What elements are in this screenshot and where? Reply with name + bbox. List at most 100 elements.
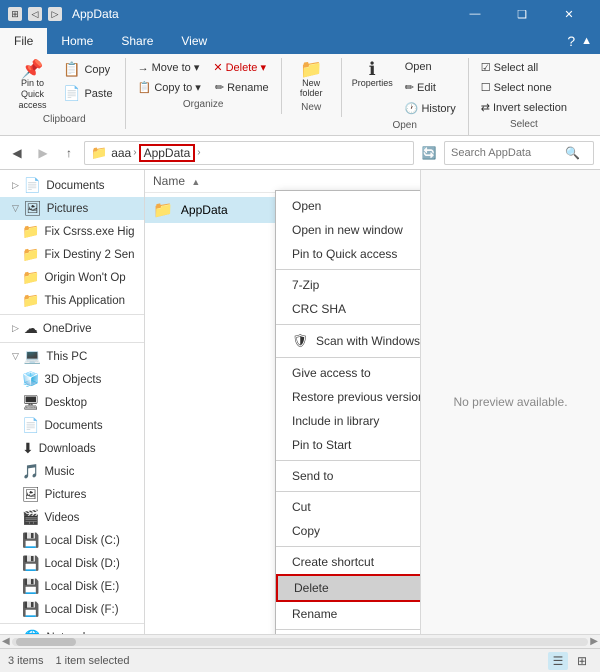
sidebar-item-local-c[interactable]: 💾 Local Disk (C:) xyxy=(0,529,144,552)
sidebar-item-fix-csrss[interactable]: 📁 Fix Csrss.exe Hig xyxy=(0,220,144,243)
ctx-pin-quick[interactable]: Pin to Quick access xyxy=(276,242,420,266)
sidebar-item-network[interactable]: ▷ 🌐 Network xyxy=(0,626,144,634)
sidebar-label-local-d: Local Disk (D:) xyxy=(44,558,119,570)
tab-share[interactable]: Share xyxy=(107,28,167,54)
search-icon: 🔍 xyxy=(565,146,580,160)
address-path[interactable]: 📁 aaa › AppData › xyxy=(84,141,414,165)
sidebar-item-this-app[interactable]: 📁 This Application xyxy=(0,289,144,312)
new-folder-button[interactable]: 📁 Newfolder xyxy=(293,58,329,100)
pictures-icon2: 🖼 xyxy=(22,486,40,503)
invert-selection-button[interactable]: ⇄ Invert selection xyxy=(475,98,573,117)
minimize-button[interactable]: — xyxy=(452,0,498,28)
sidebar-label-desktop: Desktop xyxy=(45,397,87,409)
sidebar-label-fix-destiny: Fix Destiny 2 Sen xyxy=(44,249,134,261)
sidebar-item-pictures[interactable]: ▽ 🖼 Pictures xyxy=(0,197,144,220)
sidebar-item-fix-destiny[interactable]: 📁 Fix Destiny 2 Sen xyxy=(0,243,144,266)
up-button[interactable]: ↑ xyxy=(58,142,80,164)
edit-button[interactable]: ✏ Edit xyxy=(399,78,462,97)
sidebar-item-documents[interactable]: ▷ 📄 Documents xyxy=(0,174,144,197)
tab-home[interactable]: Home xyxy=(47,28,107,54)
ctx-include-library[interactable]: Include in library › xyxy=(276,409,420,433)
ctx-crc-sha[interactable]: CRC SHA › xyxy=(276,297,420,321)
refresh-button[interactable]: 🔄 xyxy=(418,142,440,164)
history-button[interactable]: 🕐 History xyxy=(399,99,462,118)
ctx-send-to[interactable]: Send to › xyxy=(276,464,420,488)
rename-button[interactable]: ✏ Rename xyxy=(209,78,275,97)
ctx-create-shortcut[interactable]: Create shortcut xyxy=(276,550,420,574)
select-group-label: Select xyxy=(510,119,538,130)
tab-view[interactable]: View xyxy=(167,28,221,54)
ctx-restore-versions[interactable]: Restore previous versions xyxy=(276,385,420,409)
delete-button[interactable]: ✕ Delete ▾ xyxy=(207,58,272,77)
large-icons-view-button[interactable]: ⊞ xyxy=(572,652,592,670)
sidebar-item-documents2[interactable]: 📄 Documents xyxy=(0,414,144,437)
ctx-rename[interactable]: Rename xyxy=(276,602,420,626)
sidebar-item-onedrive[interactable]: ▷ ☁ OneDrive xyxy=(0,317,144,340)
sidebar-item-3d-objects[interactable]: 🧊 3D Objects xyxy=(0,368,144,391)
open-button[interactable]: Open xyxy=(399,58,462,76)
ctx-pin-quick-label: Pin to Quick access xyxy=(292,247,397,261)
search-input[interactable] xyxy=(451,147,561,159)
search-box[interactable]: 🔍 xyxy=(444,141,594,165)
selected-count: 1 item selected xyxy=(55,655,129,667)
paste-button[interactable]: 📄Paste xyxy=(57,82,119,105)
properties-button[interactable]: ℹ Properties xyxy=(348,58,397,118)
ctx-delete-label: Delete xyxy=(294,581,329,595)
sidebar-item-local-e[interactable]: 💾 Local Disk (E:) xyxy=(0,575,144,598)
copy-button[interactable]: 📋Copy xyxy=(57,58,119,81)
sidebar-item-thispc[interactable]: ▽ 💻 This PC xyxy=(0,345,144,368)
details-view-button[interactable]: ☰ xyxy=(548,652,568,670)
ctx-scan-label: Scan with Windows Defender... xyxy=(316,334,420,348)
pin-to-quick-button[interactable]: 📌 Pin to Quickaccess xyxy=(10,58,55,112)
ctx-delete[interactable]: Delete xyxy=(276,574,420,602)
quick-access-icon: ⊞ xyxy=(8,7,22,21)
ctx-7zip[interactable]: 7-Zip › xyxy=(276,273,420,297)
disk-e-icon: 💾 xyxy=(22,578,39,595)
ctx-pin-start[interactable]: Pin to Start xyxy=(276,433,420,457)
context-menu: Open Open in new window Pin to Quick acc… xyxy=(275,190,420,634)
title-text: AppData xyxy=(72,7,119,21)
sidebar-item-pictures2[interactable]: 🖼 Pictures xyxy=(0,483,144,506)
folder-icon-3: 📁 xyxy=(22,269,39,286)
sidebar-item-downloads[interactable]: ⬇ Downloads xyxy=(0,437,144,460)
back-button[interactable]: ◀ xyxy=(6,142,28,164)
path-segment-aaa[interactable]: aaa xyxy=(111,146,131,160)
sidebar-item-local-d[interactable]: 💾 Local Disk (D:) xyxy=(0,552,144,575)
horizontal-scrollbar[interactable]: ◀ ▶ xyxy=(0,634,600,648)
sidebar-item-desktop[interactable]: 🖥 Desktop xyxy=(0,391,144,414)
tab-file[interactable]: File xyxy=(0,28,47,54)
ctx-give-access[interactable]: Give access to › xyxy=(276,361,420,385)
file-area: Name ▲ 📁 AppData Open Open in new window… xyxy=(145,170,420,634)
ctx-cut[interactable]: Cut xyxy=(276,495,420,519)
sidebar-item-origin[interactable]: 📁 Origin Won't Op xyxy=(0,266,144,289)
sidebar-item-music[interactable]: 🎵 Music xyxy=(0,460,144,483)
disk-c-icon: 💾 xyxy=(22,532,39,549)
main-area: ▷ 📄 Documents ▽ 🖼 Pictures 📁 Fix Csrss.e… xyxy=(0,170,600,634)
sidebar-item-videos[interactable]: 🎬 Videos xyxy=(0,506,144,529)
ctx-properties[interactable]: Properties xyxy=(276,633,420,634)
move-to-button[interactable]: → Move to ▾ xyxy=(132,58,206,77)
select-none-button[interactable]: ☐ Select none xyxy=(475,78,573,97)
ctx-scan[interactable]: 🛡 Scan with Windows Defender... xyxy=(276,328,420,354)
folder-icon-4: 📁 xyxy=(22,292,39,309)
select-all-button[interactable]: ☑ Select all xyxy=(475,58,573,77)
maximize-button[interactable]: ❑ xyxy=(499,0,545,28)
sidebar-item-local-f[interactable]: 💾 Local Disk (F:) xyxy=(0,598,144,621)
column-name[interactable]: Name ▲ xyxy=(153,174,412,188)
ribbon-collapse-icon[interactable]: ▲ xyxy=(581,35,592,47)
scrollbar-track[interactable] xyxy=(12,638,589,646)
ctx-copy[interactable]: Copy xyxy=(276,519,420,543)
path-segment-appdata[interactable]: AppData xyxy=(139,144,196,162)
ctx-open[interactable]: Open xyxy=(276,194,420,218)
folder-icon-1: 📁 xyxy=(22,223,39,240)
ribbon-group-clipboard: 📌 Pin to Quickaccess 📋Copy 📄Paste Clipbo… xyxy=(4,58,126,129)
ctx-create-shortcut-label: Create shortcut xyxy=(292,555,374,569)
ribbon-group-open: ℹ Properties Open ✏ Edit 🕐 History Open xyxy=(342,58,469,135)
ctx-open-new-window[interactable]: Open in new window xyxy=(276,218,420,242)
ribbon-help-icon[interactable]: ? xyxy=(567,33,575,49)
forward-button[interactable]: ▶ xyxy=(32,142,54,164)
scrollbar-thumb[interactable] xyxy=(16,638,76,646)
copy-to-button[interactable]: 📋 Copy to ▾ xyxy=(132,78,207,97)
forward-icon-title: ▷ xyxy=(48,7,62,21)
close-button[interactable]: ✕ xyxy=(546,0,592,28)
